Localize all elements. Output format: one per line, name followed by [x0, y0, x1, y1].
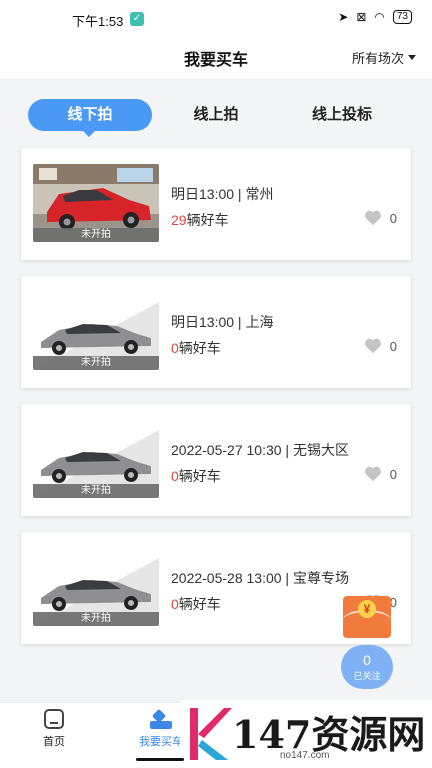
vehicle-count-number: 29 — [171, 212, 187, 228]
auction-time-location: 明日13:00 | 上海 — [171, 314, 274, 330]
vehicle-count-number: 0 — [171, 340, 179, 356]
location-icon: ➤ — [338, 10, 349, 24]
vehicle-count-number: 0 — [171, 468, 179, 484]
auction-time-location: 2022-05-28 13:00 | 宝尊专场 — [171, 570, 349, 586]
watermark: 147资源网 no147.com — [180, 700, 432, 768]
like-count: 0 — [389, 210, 397, 226]
followed-label: 已关注 — [353, 671, 381, 681]
nav-bar: 我要买车 所有场次 — [0, 38, 432, 80]
notification-check-icon: ✓ — [130, 12, 144, 26]
home-indicator — [136, 758, 184, 761]
auction-card[interactable]: 未开拍 明日13:00 | 常州 29辆好车 0 — [21, 148, 411, 260]
no-sim-icon: ⊠ — [356, 10, 367, 24]
bottom-tab-home-label: 首页 — [43, 736, 65, 748]
like-button[interactable]: 0 — [364, 338, 397, 354]
tab-online-auction[interactable]: 线上拍 — [154, 99, 278, 131]
buy-car-icon — [150, 709, 172, 731]
car-thumbnail: 未开拍 — [33, 292, 159, 370]
watermark-logo-icon — [190, 708, 232, 760]
like-count: 0 — [389, 466, 397, 482]
caret-down-icon — [408, 55, 416, 60]
status-icons: ➤ ⊠ ◠ 73 — [338, 10, 412, 24]
red-packet-button[interactable]: ¥ — [343, 596, 391, 638]
auction-status-label: 未开拍 — [33, 484, 159, 498]
vehicle-count-suffix: 辆好车 — [178, 340, 221, 356]
like-count: 0 — [389, 338, 397, 354]
session-filter-dropdown[interactable]: 所有场次 — [352, 48, 416, 67]
vehicle-count-number: 0 — [171, 596, 179, 612]
vehicle-count-suffix: 辆好车 — [178, 596, 221, 612]
auction-time-location: 明日13:00 | 常州 — [171, 186, 274, 202]
yuan-coin-icon: ¥ — [358, 600, 376, 618]
car-thumbnail: 未开拍 — [33, 164, 159, 242]
auction-time-location: 2022-05-27 10:30 | 无锡大区 — [171, 442, 349, 458]
car-thumbnail: 未开拍 — [33, 548, 159, 626]
auction-status-label: 未开拍 — [33, 356, 159, 370]
tab-online-bidding[interactable]: 线上投标 — [280, 99, 404, 131]
auction-status-label: 未开拍 — [33, 228, 159, 242]
like-button[interactable]: 0 — [364, 466, 397, 482]
status-bar: 下午1:53 ✓ ➤ ⊠ ◠ 73 — [0, 0, 432, 38]
vehicle-count: 0辆好车 — [171, 594, 221, 614]
heart-icon — [364, 338, 381, 354]
vehicle-count-suffix: 辆好车 — [178, 468, 221, 484]
vehicle-count-suffix: 辆好车 — [186, 212, 229, 228]
auction-card[interactable]: 未开拍 2022-05-27 10:30 | 无锡大区 0辆好车 0 — [21, 404, 411, 516]
followed-bubble-button[interactable]: 0 已关注 — [341, 645, 393, 689]
car-thumbnail: 未开拍 — [33, 420, 159, 498]
bottom-tab-home[interactable]: 首页 — [19, 709, 89, 749]
vehicle-count: 0辆好车 — [171, 338, 221, 358]
watermark-url: no147.com — [280, 750, 330, 761]
wifi-icon: ◠ — [374, 10, 385, 24]
vehicle-count: 29辆好车 — [171, 210, 229, 230]
heart-icon — [364, 466, 381, 482]
battery-icon: 73 — [392, 10, 412, 24]
auction-card[interactable]: 未开拍 明日13:00 | 上海 0辆好车 0 — [21, 276, 411, 388]
heart-icon — [364, 210, 381, 226]
like-button[interactable]: 0 — [364, 210, 397, 226]
auction-type-tabs: 线下拍 线上拍 线上投标 — [0, 95, 432, 137]
auction-status-label: 未开拍 — [33, 612, 159, 626]
session-filter-label: 所有场次 — [351, 51, 404, 66]
home-icon — [44, 709, 64, 729]
followed-count: 0 — [363, 652, 371, 668]
tab-offline-auction[interactable]: 线下拍 — [28, 99, 152, 137]
vehicle-count: 0辆好车 — [171, 466, 221, 486]
status-time: 下午1:53 — [72, 14, 124, 29]
